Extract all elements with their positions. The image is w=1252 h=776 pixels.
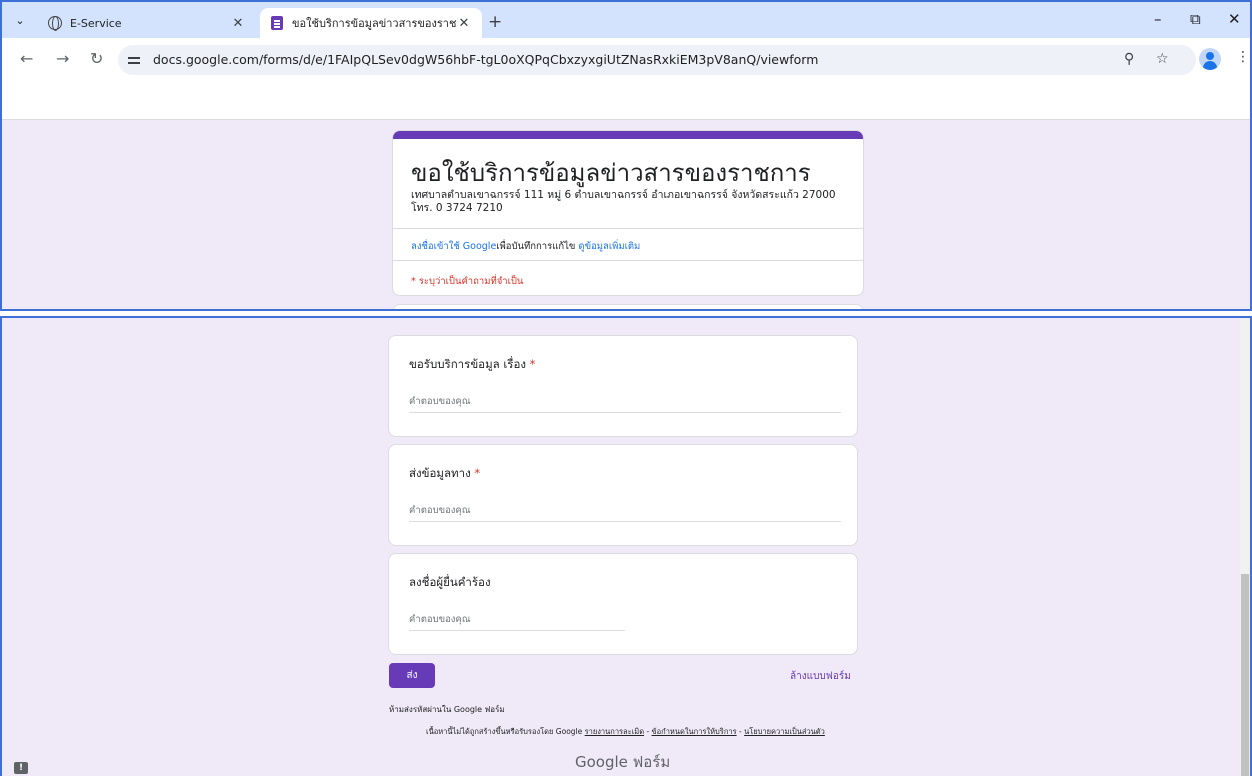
learn-more-link[interactable]: ดูข้อมูลเพิ่มเติม <box>578 241 640 252</box>
new-tab-button[interactable]: + <box>488 12 502 32</box>
back-icon[interactable]: ← <box>20 49 33 68</box>
restore-button[interactable]: ⧉ <box>1190 10 1201 28</box>
form-body: ขอรับบริการข้อมูล เรื่อง * คำตอบของคุณ ส… <box>0 316 1252 776</box>
signin-text: เพื่อบันทึกการแก้ไข <box>496 241 579 252</box>
question-card-delivery: ส่งข้อมูลทาง * คำตอบของคุณ <box>388 444 858 546</box>
terms-link[interactable]: ข้อกำหนดในการให้บริการ <box>652 727 737 736</box>
bookmark-bar <box>2 82 1250 120</box>
address-bar[interactable]: docs.google.com/forms/d/e/1FAIpQLSev0dgW… <box>118 45 1196 75</box>
header-accent-bar <box>393 131 863 139</box>
question-label: ส่งข้อมูลทาง * <box>409 466 481 480</box>
tab-google-form[interactable]: ขอใช้บริการข้อมูลข่าวสารของราชการ ✕ <box>260 8 482 38</box>
report-abuse-link[interactable]: รายงานการละเมิด <box>585 727 644 736</box>
tab-search-button[interactable]: ⌄ <box>10 10 30 30</box>
site-info-icon[interactable] <box>128 54 140 66</box>
tab-title: E-Service <box>70 16 122 30</box>
form-header-card: ขอใช้บริการข้อมูลข่าวสารของราชการ เทศบาล… <box>392 130 864 296</box>
required-asterisk: * <box>529 357 536 371</box>
report-problem-icon[interactable]: ! <box>14 762 28 774</box>
question-card-peek <box>392 304 864 309</box>
forms-icon <box>270 16 284 30</box>
profile-avatar[interactable] <box>1199 48 1221 70</box>
reload-icon[interactable]: ↻ <box>90 49 103 68</box>
description-line: เทศบาลตำบลเขาฉกรรจ์ 111 หมู่ 6 ตำบลเขาฉก… <box>411 189 836 201</box>
form-title: ขอใช้บริการข้อมูลข่าวสารของราชการ <box>411 159 811 187</box>
question-card-subject: ขอรับบริการข้อมูล เรื่อง * คำตอบของคุณ <box>388 335 858 437</box>
description-line: โทร. 0 3724 7210 <box>411 202 503 214</box>
tab-e-service[interactable]: E-Service ✕ <box>38 8 256 38</box>
bookmark-star-icon[interactable]: ☆ <box>1156 51 1169 67</box>
delivery-input[interactable]: คำตอบของคุณ <box>409 503 841 522</box>
clear-form-button[interactable]: ล้างแบบฟอร์ม <box>790 669 851 684</box>
close-tab-icon[interactable]: ✕ <box>456 16 472 31</box>
browser-toolbar: ← → ↻ docs.google.com/forms/d/e/1FAIpQLS… <box>2 38 1250 82</box>
globe-icon <box>48 16 62 31</box>
url-text[interactable]: docs.google.com/forms/d/e/1FAIpQLSev0dgW… <box>153 52 818 67</box>
divider <box>393 228 863 229</box>
required-note: * ระบุว่าเป็นคำถามที่จำเป็น <box>411 276 524 287</box>
question-label: ขอรับบริการข้อมูล เรื่อง * <box>409 357 536 371</box>
browser-window: ⌄ E-Service ✕ ขอใช้บริการข้อมูลข่าวสารขอ… <box>0 0 1252 311</box>
required-asterisk: * <box>474 466 481 480</box>
question-label: ลงชื่อผู้ยื่นคำร้อง <box>409 575 491 589</box>
screenshot-root: ⌄ E-Service ✕ ขอใช้บริการข้อมูลข่าวสารขอ… <box>0 0 1252 776</box>
tab-strip: ⌄ E-Service ✕ ขอใช้บริการข้อมูลข่าวสารขอ… <box>2 2 1250 38</box>
footer-disclaimer: เนื้อหานี้ไม่ได้ถูกสร้างขึ้นหรือรับรองโด… <box>426 727 825 736</box>
password-warning: ห้ามส่งรหัสผ่านใน Google ฟอร์ม <box>389 705 505 714</box>
divider <box>393 260 863 261</box>
signature-input[interactable]: คำตอบของคุณ <box>409 612 625 631</box>
subject-input[interactable]: คำตอบของคุณ <box>409 394 841 413</box>
minimize-button[interactable]: – <box>1154 10 1162 28</box>
tab-title: ขอใช้บริการข้อมูลข่าวสารของราชการ <box>292 17 456 30</box>
signin-link[interactable]: ลงชื่อเข้าใช้ Google <box>411 241 496 252</box>
more-menu-icon[interactable]: ⋮ <box>1236 49 1250 65</box>
forward-icon[interactable]: → <box>56 49 69 68</box>
scrollbar[interactable] <box>1240 318 1250 776</box>
close-tab-icon[interactable]: ✕ <box>230 16 246 31</box>
signin-notice: ลงชื่อเข้าใช้ Googleเพื่อบันทึกการแก้ไข … <box>411 239 640 254</box>
scrollbar-thumb[interactable] <box>1241 574 1249 776</box>
submit-button[interactable]: ส่ง <box>389 663 435 688</box>
close-window-button[interactable]: ✕ <box>1228 10 1241 28</box>
google-forms-logo: Google ฟอร์ม <box>575 753 671 771</box>
privacy-link[interactable]: นโยบายความเป็นส่วนตัว <box>744 727 825 736</box>
form-description: เทศบาลตำบลเขาฉกรรจ์ 111 หมู่ 6 ตำบลเขาฉก… <box>411 189 841 215</box>
zoom-icon[interactable]: ⚲ <box>1124 51 1134 67</box>
question-card-signature: ลงชื่อผู้ยื่นคำร้อง คำตอบของคุณ <box>388 553 858 655</box>
